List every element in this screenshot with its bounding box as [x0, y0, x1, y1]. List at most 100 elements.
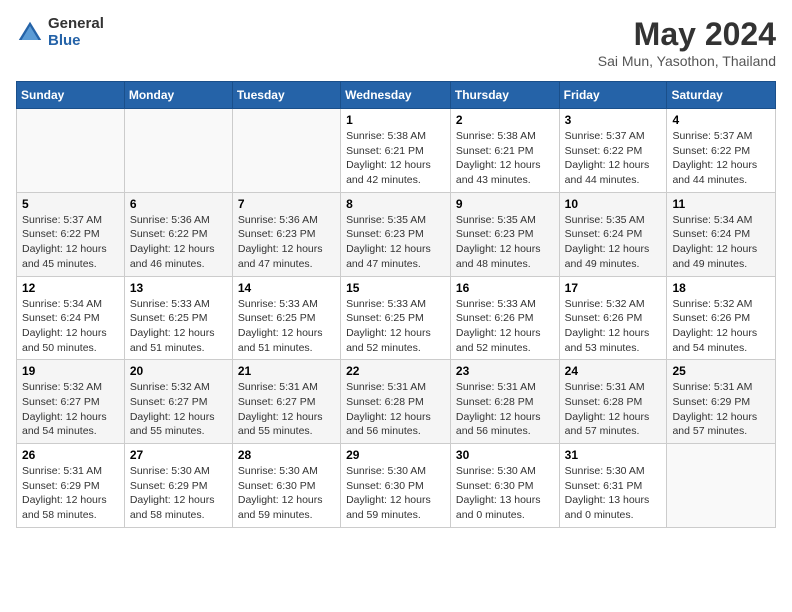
- day-number: 12: [22, 281, 119, 295]
- day-info: Sunrise: 5:31 AM Sunset: 6:29 PM Dayligh…: [672, 380, 770, 439]
- calendar-cell: 16 Sunrise: 5:33 AM Sunset: 6:26 PM Dayli…: [450, 276, 559, 360]
- logo-text: General Blue: [48, 16, 104, 49]
- calendar-cell: [667, 444, 776, 528]
- day-number: 31: [565, 448, 662, 462]
- day-info: Sunrise: 5:31 AM Sunset: 6:28 PM Dayligh…: [456, 380, 554, 439]
- day-number: 2: [456, 113, 554, 127]
- day-info: Sunrise: 5:38 AM Sunset: 6:21 PM Dayligh…: [456, 129, 554, 188]
- calendar-cell: 27 Sunrise: 5:30 AM Sunset: 6:29 PM Dayli…: [124, 444, 232, 528]
- day-info: Sunrise: 5:37 AM Sunset: 6:22 PM Dayligh…: [22, 213, 119, 272]
- calendar-cell: 11Sunrise: 5:34 AM Sunset: 6:24 PM Dayli…: [667, 192, 776, 276]
- day-info: Sunrise: 5:30 AM Sunset: 6:31 PM Dayligh…: [565, 464, 662, 523]
- day-number: 29: [346, 448, 445, 462]
- day-header-thursday: Thursday: [450, 82, 559, 109]
- day-info: Sunrise: 5:30 AM Sunset: 6:30 PM Dayligh…: [456, 464, 554, 523]
- day-info: Sunrise: 5:37 AM Sunset: 6:22 PM Dayligh…: [672, 129, 770, 188]
- calendar-cell: 8 Sunrise: 5:35 AM Sunset: 6:23 PM Daylig…: [341, 192, 451, 276]
- day-info: Sunrise: 5:38 AM Sunset: 6:21 PM Dayligh…: [346, 129, 445, 188]
- day-number: 26: [22, 448, 119, 462]
- week-row-2: 5 Sunrise: 5:37 AM Sunset: 6:22 PM Daylig…: [17, 192, 776, 276]
- day-number: 22: [346, 364, 445, 378]
- week-row-5: 26Sunrise: 5:31 AM Sunset: 6:29 PM Dayli…: [17, 444, 776, 528]
- day-info: Sunrise: 5:35 AM Sunset: 6:23 PM Dayligh…: [456, 213, 554, 272]
- day-number: 8: [346, 197, 445, 211]
- calendar-cell: 9Sunrise: 5:35 AM Sunset: 6:23 PM Daylig…: [450, 192, 559, 276]
- day-number: 18: [672, 281, 770, 295]
- calendar-cell: [17, 109, 125, 193]
- day-header-sunday: Sunday: [17, 82, 125, 109]
- day-number: 30: [456, 448, 554, 462]
- day-info: Sunrise: 5:30 AM Sunset: 6:29 PM Dayligh…: [130, 464, 227, 523]
- day-number: 1: [346, 113, 445, 127]
- calendar-cell: 25 Sunrise: 5:31 AM Sunset: 6:29 PM Dayli…: [667, 360, 776, 444]
- day-number: 21: [238, 364, 335, 378]
- day-number: 3: [565, 113, 662, 127]
- logo-icon: [16, 19, 44, 47]
- calendar-cell: 17 Sunrise: 5:32 AM Sunset: 6:26 PM Dayli…: [559, 276, 667, 360]
- day-info: Sunrise: 5:30 AM Sunset: 6:30 PM Dayligh…: [238, 464, 335, 523]
- calendar-cell: 6 Sunrise: 5:36 AM Sunset: 6:22 PM Daylig…: [124, 192, 232, 276]
- day-number: 7: [238, 197, 335, 211]
- calendar-cell: 21 Sunrise: 5:31 AM Sunset: 6:27 PM Dayli…: [232, 360, 340, 444]
- week-row-1: 1 Sunrise: 5:38 AM Sunset: 6:21 PM Daylig…: [17, 109, 776, 193]
- week-row-3: 12Sunrise: 5:34 AM Sunset: 6:24 PM Dayli…: [17, 276, 776, 360]
- day-info: Sunrise: 5:32 AM Sunset: 6:26 PM Dayligh…: [565, 297, 662, 356]
- day-number: 15: [346, 281, 445, 295]
- calendar-cell: 22 Sunrise: 5:31 AM Sunset: 6:28 PM Dayli…: [341, 360, 451, 444]
- day-header-monday: Monday: [124, 82, 232, 109]
- day-info: Sunrise: 5:33 AM Sunset: 6:25 PM Dayligh…: [238, 297, 335, 356]
- day-number: 25: [672, 364, 770, 378]
- calendar-cell: 29 Sunrise: 5:30 AM Sunset: 6:30 PM Dayli…: [341, 444, 451, 528]
- calendar-cell: 10Sunrise: 5:35 AM Sunset: 6:24 PM Dayli…: [559, 192, 667, 276]
- calendar-cell: 2 Sunrise: 5:38 AM Sunset: 6:21 PM Daylig…: [450, 109, 559, 193]
- day-info: Sunrise: 5:30 AM Sunset: 6:30 PM Dayligh…: [346, 464, 445, 523]
- day-info: Sunrise: 5:35 AM Sunset: 6:23 PM Dayligh…: [346, 213, 445, 272]
- day-header-wednesday: Wednesday: [341, 82, 451, 109]
- day-number: 6: [130, 197, 227, 211]
- day-info: Sunrise: 5:33 AM Sunset: 6:25 PM Dayligh…: [130, 297, 227, 356]
- calendar-cell: 15 Sunrise: 5:33 AM Sunset: 6:25 PM Dayli…: [341, 276, 451, 360]
- day-number: 23: [456, 364, 554, 378]
- logo-blue-text: Blue: [48, 33, 104, 50]
- day-info: Sunrise: 5:32 AM Sunset: 6:27 PM Dayligh…: [22, 380, 119, 439]
- title-block: May 2024 Sai Mun, Yasothon, Thailand: [598, 16, 776, 69]
- day-number: 4: [672, 113, 770, 127]
- logo-general-text: General: [48, 16, 104, 33]
- logo: General Blue: [16, 16, 104, 49]
- calendar-title: May 2024: [598, 16, 776, 53]
- calendar-cell: 31 Sunrise: 5:30 AM Sunset: 6:31 PM Dayli…: [559, 444, 667, 528]
- day-info: Sunrise: 5:32 AM Sunset: 6:27 PM Dayligh…: [130, 380, 227, 439]
- calendar-cell: 19 Sunrise: 5:32 AM Sunset: 6:27 PM Dayli…: [17, 360, 125, 444]
- calendar-cell: 20 Sunrise: 5:32 AM Sunset: 6:27 PM Dayli…: [124, 360, 232, 444]
- day-number: 16: [456, 281, 554, 295]
- day-info: Sunrise: 5:31 AM Sunset: 6:27 PM Dayligh…: [238, 380, 335, 439]
- day-number: 17: [565, 281, 662, 295]
- day-header-tuesday: Tuesday: [232, 82, 340, 109]
- calendar-cell: 5 Sunrise: 5:37 AM Sunset: 6:22 PM Daylig…: [17, 192, 125, 276]
- day-info: Sunrise: 5:31 AM Sunset: 6:28 PM Dayligh…: [346, 380, 445, 439]
- day-number: 19: [22, 364, 119, 378]
- day-info: Sunrise: 5:31 AM Sunset: 6:28 PM Dayligh…: [565, 380, 662, 439]
- day-info: Sunrise: 5:36 AM Sunset: 6:22 PM Dayligh…: [130, 213, 227, 272]
- day-number: 5: [22, 197, 119, 211]
- calendar-cell: 13 Sunrise: 5:33 AM Sunset: 6:25 PM Dayli…: [124, 276, 232, 360]
- calendar-cell: [232, 109, 340, 193]
- header-row: SundayMondayTuesdayWednesdayThursdayFrid…: [17, 82, 776, 109]
- day-number: 20: [130, 364, 227, 378]
- day-number: 11: [672, 197, 770, 211]
- day-info: Sunrise: 5:33 AM Sunset: 6:26 PM Dayligh…: [456, 297, 554, 356]
- day-number: 28: [238, 448, 335, 462]
- day-number: 10: [565, 197, 662, 211]
- day-number: 13: [130, 281, 227, 295]
- day-info: Sunrise: 5:33 AM Sunset: 6:25 PM Dayligh…: [346, 297, 445, 356]
- week-row-4: 19 Sunrise: 5:32 AM Sunset: 6:27 PM Dayli…: [17, 360, 776, 444]
- calendar-table: SundayMondayTuesdayWednesdayThursdayFrid…: [16, 81, 776, 528]
- day-number: 27: [130, 448, 227, 462]
- calendar-location: Sai Mun, Yasothon, Thailand: [598, 53, 776, 69]
- calendar-cell: [124, 109, 232, 193]
- day-info: Sunrise: 5:36 AM Sunset: 6:23 PM Dayligh…: [238, 213, 335, 272]
- day-header-saturday: Saturday: [667, 82, 776, 109]
- calendar-cell: 14Sunrise: 5:33 AM Sunset: 6:25 PM Dayli…: [232, 276, 340, 360]
- day-header-friday: Friday: [559, 82, 667, 109]
- calendar-cell: 28 Sunrise: 5:30 AM Sunset: 6:30 PM Dayli…: [232, 444, 340, 528]
